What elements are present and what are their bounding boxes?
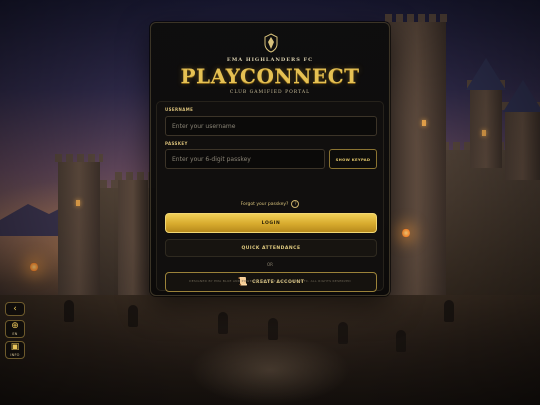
badge-icon: ▣ — [10, 342, 20, 352]
compass-icon: ⊕ — [11, 321, 19, 331]
username-label: USERNAME — [165, 107, 194, 112]
help-icon: ? — [291, 200, 300, 208]
forgot-passkey-label: Forgot your passkey? — [240, 201, 289, 207]
language-label: EN — [12, 332, 18, 336]
back-button[interactable]: ‹ — [5, 302, 25, 316]
language-button[interactable]: ⊕ EN — [5, 320, 25, 338]
app-subtitle: CLUB GAMIFIED PORTAL — [229, 90, 311, 95]
login-button[interactable]: LOGIN — [165, 213, 377, 233]
or-divider: OR — [267, 262, 273, 267]
footer-text: DESIGNED BY EMA BLUE AND POWERED AND THE… — [189, 279, 351, 283]
club-name: EMA HIGHLANDERS FC — [226, 57, 314, 63]
chevron-left-icon: ‹ — [13, 303, 17, 314]
passkey-label: PASSKEY — [165, 141, 188, 146]
forgot-passkey-link[interactable]: Forgot your passkey? ? — [157, 200, 383, 208]
info-button[interactable]: ▣ INFO — [5, 341, 25, 359]
quick-attendance-button[interactable]: QUICK ATTENDANCE — [165, 239, 377, 257]
login-form: USERNAME Enter your username PASSKEY Ent… — [156, 101, 384, 292]
app-title: PLAYCONNECT — [180, 64, 360, 88]
crest-icon — [264, 33, 278, 53]
login-card: EMA HIGHLANDERS FC PLAYCONNECT CLUB GAMI… — [150, 22, 390, 296]
info-label: INFO — [10, 353, 20, 357]
passkey-input[interactable]: Enter your 6-digit passkey — [165, 149, 325, 169]
username-input[interactable]: Enter your username — [165, 116, 377, 136]
show-keypad-button[interactable]: SHOW KEYPAD — [329, 149, 377, 169]
